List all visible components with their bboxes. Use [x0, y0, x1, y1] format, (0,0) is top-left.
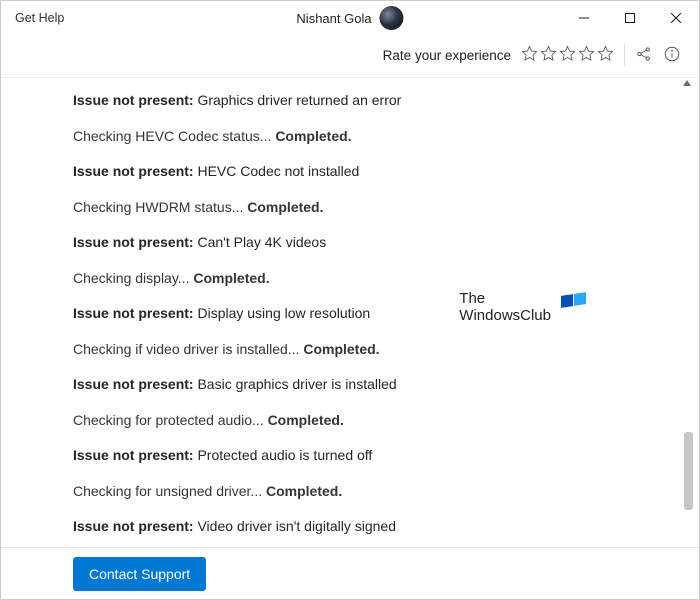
- maximize-icon: [625, 13, 635, 23]
- diagnostic-line: Checking for protected audio... Complete…: [73, 412, 659, 430]
- minimize-icon: [579, 13, 589, 23]
- window-controls: [561, 1, 699, 35]
- diagnostic-line: Checking HEVC Codec status... Completed.: [73, 128, 659, 146]
- title-bar: Get Help Nishant Gola: [1, 1, 699, 35]
- watermark: The WindowsClub: [459, 290, 551, 325]
- scrollbar-thumb[interactable]: [684, 432, 693, 510]
- diagnostic-line: Issue not present: Can't Play 4K videos: [73, 234, 659, 252]
- close-icon: [671, 13, 681, 23]
- star-icon[interactable]: [521, 45, 538, 65]
- issue-not-present-label: Issue not present:: [73, 305, 197, 321]
- watermark-logo-icon: [561, 288, 587, 308]
- completed-label: Completed.: [247, 199, 323, 215]
- footer: Contact Support: [1, 547, 699, 599]
- info-icon[interactable]: [663, 45, 681, 66]
- completed-label: Completed.: [193, 270, 269, 286]
- watermark-line1: The: [459, 290, 551, 307]
- contact-support-button[interactable]: Contact Support: [73, 557, 206, 591]
- title-user: Nishant Gola: [296, 6, 403, 30]
- close-button[interactable]: [653, 1, 699, 35]
- content-area: Issue not present: Graphics driver retur…: [1, 77, 699, 547]
- star-icon[interactable]: [578, 45, 595, 65]
- minimize-button[interactable]: [561, 1, 607, 35]
- scroll-up-arrow-icon[interactable]: [683, 80, 691, 86]
- issue-not-present-label: Issue not present:: [73, 92, 197, 108]
- rate-label: Rate your experience: [383, 48, 511, 63]
- diagnostic-line: Issue not present: Graphics driver retur…: [73, 92, 659, 110]
- avatar[interactable]: [380, 6, 404, 30]
- diagnostic-line: Issue not present: HEVC Codec not instal…: [73, 163, 659, 181]
- divider: [624, 44, 625, 66]
- share-icon[interactable]: [635, 45, 653, 66]
- star-icon[interactable]: [597, 45, 614, 65]
- diagnostic-line: Checking HWDRM status... Completed.: [73, 199, 659, 217]
- issue-not-present-label: Issue not present:: [73, 234, 197, 250]
- user-name: Nishant Gola: [296, 11, 371, 26]
- watermark-line2: WindowsClub: [459, 307, 551, 324]
- diagnostic-line: Issue not present: Video driver isn't di…: [73, 518, 659, 536]
- star-icon[interactable]: [540, 45, 557, 65]
- issue-not-present-label: Issue not present:: [73, 163, 197, 179]
- issue-not-present-label: Issue not present:: [73, 376, 197, 392]
- issue-not-present-label: Issue not present:: [73, 518, 197, 534]
- completed-label: Completed.: [266, 483, 342, 499]
- diagnostic-line: Checking display... Completed.: [73, 270, 659, 288]
- diagnostic-log: Issue not present: Graphics driver retur…: [1, 78, 699, 547]
- star-icon[interactable]: [559, 45, 576, 65]
- maximize-button[interactable]: [607, 1, 653, 35]
- diagnostic-line: Issue not present: Protected audio is tu…: [73, 447, 659, 465]
- completed-label: Completed.: [275, 128, 351, 144]
- diagnostic-line: Checking for unsigned driver... Complete…: [73, 483, 659, 501]
- scrollbar[interactable]: [683, 92, 695, 541]
- diagnostic-line: Checking if video driver is installed...…: [73, 341, 659, 359]
- completed-label: Completed.: [268, 412, 344, 428]
- app-title: Get Help: [15, 11, 64, 25]
- rating-bar: Rate your experience: [1, 35, 699, 77]
- diagnostic-line: Issue not present: Basic graphics driver…: [73, 376, 659, 394]
- completed-label: Completed.: [303, 341, 379, 357]
- issue-not-present-label: Issue not present:: [73, 447, 197, 463]
- rating-stars[interactable]: [521, 45, 614, 65]
